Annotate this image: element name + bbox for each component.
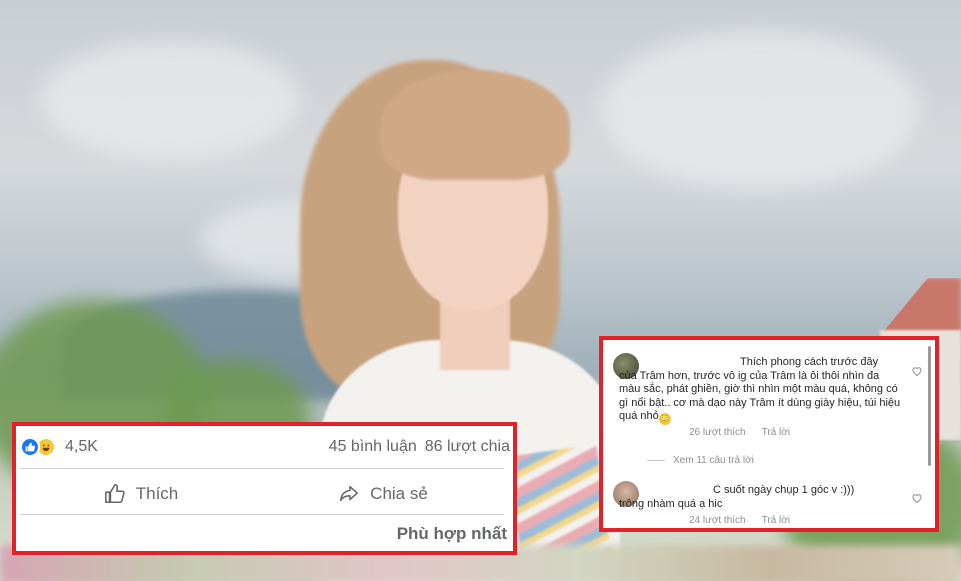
share-button[interactable]: Chia sẻ bbox=[262, 474, 504, 514]
instagram-comments-panel: Thích phong cách trước đây của Trâm hơn,… bbox=[599, 336, 939, 532]
facebook-post-footer: 4,5K 45 bình luận 86 lượt chia Thích Chi… bbox=[12, 422, 517, 555]
comment-text-line: Thích phong cách trước đây bbox=[740, 356, 879, 368]
comment: C suốt ngày chụp 1 góc v :))) trông nhàm… bbox=[613, 481, 913, 531]
shares-count[interactable]: 86 lượt chia bbox=[425, 438, 510, 456]
heart-icon[interactable] bbox=[911, 365, 923, 377]
reply-button[interactable]: Trả lời bbox=[762, 427, 790, 438]
comment-sort-dropdown[interactable]: Phù hợp nhất bbox=[397, 524, 507, 544]
reaction-icons bbox=[20, 437, 56, 457]
divider bbox=[20, 468, 504, 469]
comments-count[interactable]: 45 bình luận bbox=[329, 438, 417, 456]
heart-icon[interactable] bbox=[911, 492, 923, 504]
reply-button[interactable]: Trả lời bbox=[762, 515, 790, 526]
comment: Thích phong cách trước đây của Trâm hơn,… bbox=[613, 353, 913, 453]
comment-like-count[interactable]: 24 lượt thích bbox=[689, 515, 746, 526]
share-icon bbox=[340, 485, 359, 502]
view-replies-label: Xem 11 câu trả lời bbox=[673, 455, 754, 466]
like-label: Thích bbox=[135, 484, 179, 503]
comment-text: Thích phong cách trước đây của Trâm hơn,… bbox=[613, 356, 903, 425]
scrollbar[interactable] bbox=[928, 346, 931, 466]
thumbs-up-icon bbox=[104, 484, 125, 504]
divider bbox=[647, 460, 665, 461]
comment-like-count[interactable]: 26 lượt thích bbox=[689, 427, 746, 438]
like-button[interactable]: Thích bbox=[20, 474, 262, 514]
comment-text-body: trông nhàm quá ạ hic bbox=[619, 497, 723, 510]
comment-text-line: C suốt ngày chụp 1 góc v :))) bbox=[713, 484, 855, 496]
share-label: Chia sẻ bbox=[370, 484, 428, 503]
reaction-count[interactable]: 4,5K bbox=[65, 438, 98, 456]
like-icon bbox=[20, 437, 40, 457]
post-actions: Thích Chia sẻ bbox=[20, 474, 504, 514]
comment-text: C suốt ngày chụp 1 góc v :))) trông nhàm… bbox=[613, 484, 903, 511]
divider bbox=[20, 514, 504, 515]
reaction-summary[interactable]: 4,5K 45 bình luận 86 lượt chia bbox=[20, 432, 510, 462]
view-replies-button[interactable]: Xem 11 câu trả lời bbox=[647, 455, 754, 466]
flushed-emoji-icon: 😳 bbox=[658, 413, 671, 425]
